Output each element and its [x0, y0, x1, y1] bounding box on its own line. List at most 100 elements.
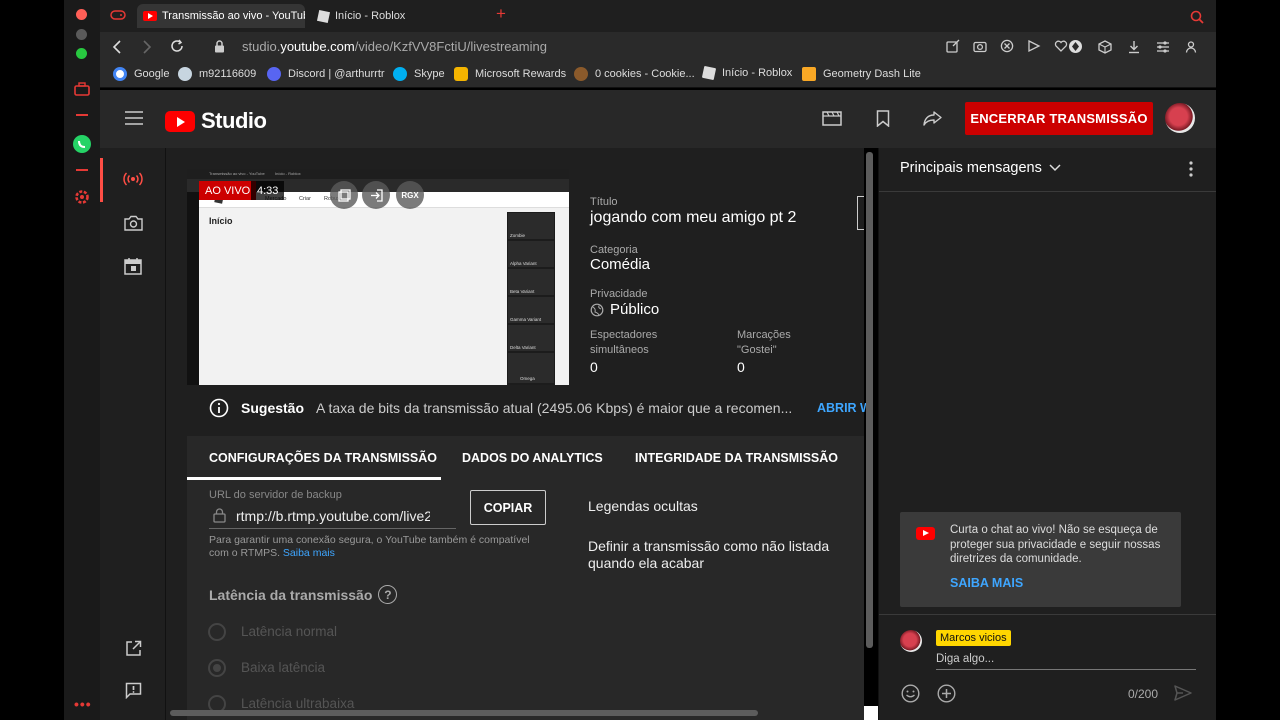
bookmark-discord[interactable]: Discord | @arthurrtr	[267, 67, 385, 81]
controller-icon[interactable]	[110, 9, 126, 21]
privacy-label-text: Privacidade	[590, 288, 648, 300]
preview-game-name: Alpha Variant	[510, 261, 537, 266]
edit-button-edge[interactable]	[857, 196, 864, 230]
whatsapp-icon[interactable]	[73, 135, 91, 153]
copy-button[interactable]: COPIAR	[470, 490, 546, 525]
download-icon[interactable]	[1127, 40, 1141, 54]
forward-icon[interactable]	[142, 40, 152, 54]
bookmark-label: Skype	[414, 68, 445, 80]
tab-roblox[interactable]: Início - Roblox	[316, 4, 478, 28]
learn-more-button[interactable]: SAIBA MAIS	[950, 576, 1023, 590]
pip-icon[interactable]	[330, 181, 358, 209]
avatar[interactable]	[1165, 103, 1195, 133]
bookmark-google[interactable]: Google	[113, 67, 169, 81]
preview-game-name: Delta Variant	[510, 345, 536, 350]
viewers-label-line: simultâneos	[590, 344, 649, 356]
camera-icon[interactable]	[973, 39, 987, 53]
vertical-scrollbar[interactable]	[866, 152, 873, 648]
bookmark-microsoft-rewards[interactable]: Microsoft Rewards	[454, 67, 566, 81]
tab-stream-health[interactable]: INTEGRIDADE DA TRANSMISSÃO	[635, 451, 838, 465]
open-wizard-link[interactable]: ABRIR W	[817, 401, 872, 415]
help-icon[interactable]: ?	[378, 585, 398, 604]
roblox-favicon-icon	[316, 9, 331, 23]
category-value: Comédia	[590, 256, 651, 273]
latency-low-radio[interactable]	[208, 659, 226, 677]
more-icon[interactable]: •••	[74, 696, 92, 712]
feedback-icon[interactable]	[125, 682, 142, 699]
preview-tab: Início - Roblox	[275, 171, 301, 176]
new-tab-button[interactable]: +	[496, 4, 506, 24]
minimize-window-dot[interactable]	[76, 29, 87, 40]
maximize-window-dot[interactable]	[76, 48, 87, 59]
cube-icon[interactable]	[1098, 39, 1112, 54]
emoji-icon[interactable]	[901, 684, 920, 703]
youtube-logo-icon	[165, 110, 195, 132]
latency-ultralow-label: Latência ultrabaixa	[241, 696, 355, 711]
camera-icon[interactable]	[124, 215, 143, 231]
studio-header: Studio ENCERRAR TRANSMISSÃO	[100, 90, 1216, 148]
close-window-dot[interactable]	[76, 9, 87, 20]
bookmark-icon[interactable]	[876, 110, 890, 127]
external-link-icon[interactable]	[125, 640, 142, 657]
chat-notice: Curta o chat ao vivo! Não se esqueça de …	[900, 512, 1181, 607]
suggestion-bar: Sugestão A taxa de bits da transmissão a…	[187, 385, 872, 432]
profile-icon[interactable]	[1185, 40, 1197, 54]
url-prefix: studio.	[242, 39, 281, 54]
settings-body: URL do servidor de backup rtmp://b.rtmp.…	[187, 480, 864, 720]
bookmark-steam[interactable]: m92116609	[178, 67, 256, 81]
login-icon[interactable]	[362, 181, 390, 209]
horizontal-scrollbar[interactable]	[170, 710, 758, 716]
hamburger-menu-icon[interactable]	[125, 111, 143, 125]
tab-stream-settings[interactable]: CONFIGURAÇÕES DA TRANSMISSÃO	[209, 451, 437, 465]
learn-more-link[interactable]: Saiba mais	[283, 547, 335, 559]
tab-analytics[interactable]: DADOS DO ANALYTICS	[462, 451, 603, 465]
unlisted-option[interactable]: Definir a transmissão como não listada q…	[588, 538, 829, 572]
bookmarks-bar: Google m92116609 Discord | @arthurrtr Sk…	[100, 62, 1216, 88]
calendar-icon[interactable]	[124, 257, 142, 275]
preview-game-tile: Beta Variant	[508, 269, 554, 295]
send-icon[interactable]	[1174, 685, 1192, 701]
back-icon[interactable]	[112, 40, 122, 54]
chat-header-divider	[879, 191, 1217, 192]
rgx-button[interactable]: RGX	[396, 181, 424, 209]
add-icon[interactable]	[937, 684, 956, 703]
reload-icon[interactable]	[170, 39, 184, 53]
bookmark-skype[interactable]: Skype	[393, 67, 445, 81]
share-arrow-icon[interactable]	[923, 111, 942, 126]
preview-game-name: Beta Variant	[510, 289, 535, 294]
bookmark-cookie-clicker[interactable]: 0 cookies - Cookie...	[574, 67, 695, 81]
tab-youtube-live[interactable]: Transmissão ao vivo - YouTube	[137, 4, 305, 28]
studio-logo[interactable]: Studio	[165, 108, 267, 134]
steam-icon	[178, 67, 192, 81]
share-icon[interactable]	[946, 39, 960, 53]
stream-preview[interactable]: Transmissão ao vivo - YouTube Início - R…	[187, 169, 569, 385]
backup-url-field[interactable]: rtmp://b.rtmp.youtube.com/live2	[236, 508, 430, 524]
clapperboard-icon[interactable]	[822, 111, 842, 126]
chat-input[interactable]: Diga algo...	[936, 653, 1196, 670]
bookmark-roblox[interactable]: Início - Roblox	[701, 65, 792, 81]
chat-mode-dropdown[interactable]: Principais mensagens	[900, 160, 1061, 176]
extension-gem-icon[interactable]	[1068, 39, 1083, 54]
preview-game-name: Omega	[520, 376, 535, 381]
privacy-label: Privacidade	[590, 284, 647, 302]
briefcase-icon[interactable]	[74, 82, 90, 96]
rtmps-help: Para garantir uma conexão segura, o YouT…	[209, 534, 530, 560]
more-vert-icon[interactable]	[1189, 161, 1193, 177]
vpn-icon[interactable]	[1027, 39, 1041, 53]
heart-icon[interactable]	[1054, 39, 1068, 53]
roblox-icon	[701, 65, 717, 81]
search-tabs-icon[interactable]	[1190, 10, 1204, 24]
closed-captions-label[interactable]: Legendas ocultas	[588, 498, 698, 514]
lock-icon[interactable]	[214, 40, 225, 53]
suggestion-text: A taxa de bits da transmissão atual (249…	[316, 400, 793, 416]
latency-normal-radio[interactable]	[208, 623, 226, 641]
live-stream-icon[interactable]	[123, 172, 143, 186]
end-stream-button[interactable]: ENCERRAR TRANSMISSÃO	[965, 102, 1153, 135]
tab-title: Transmissão ao vivo - YouTube	[162, 10, 305, 22]
bookmark-geometry-dash[interactable]: Geometry Dash Lite	[802, 67, 921, 81]
adblock-icon[interactable]	[1000, 39, 1014, 53]
gear-icon[interactable]	[73, 188, 91, 206]
skype-icon	[393, 67, 407, 81]
easy-setup-icon[interactable]	[1156, 40, 1170, 54]
url-field[interactable]: studio.youtube.com/video/KzfVV8FctiU/liv…	[242, 39, 547, 54]
